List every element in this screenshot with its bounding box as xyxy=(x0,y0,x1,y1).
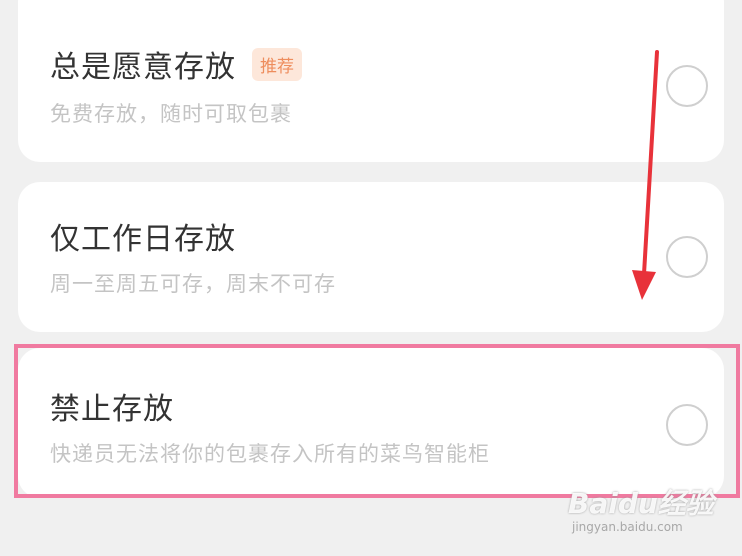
radio-button[interactable] xyxy=(666,236,708,278)
option-description: 免费存放，随时可取包裹 xyxy=(50,102,292,126)
option-title: 总是愿意存放 推荐 xyxy=(50,42,302,86)
option-title: 禁止存放 xyxy=(50,392,174,427)
radio-button[interactable] xyxy=(666,404,708,446)
option-title: 仅工作日存放 xyxy=(50,222,236,257)
recommended-badge: 推荐 xyxy=(252,48,302,81)
option-card-forbid-storage[interactable]: 禁止存放 快递员无法将你的包裹存入所有的菜鸟智能柜 xyxy=(18,348,724,498)
option-card-always-store[interactable]: 总是愿意存放 推荐 免费存放，随时可取包裹 xyxy=(18,0,724,162)
option-description: 周一至周五可存，周末不可存 xyxy=(50,272,336,296)
option-title-text: 总是愿意存放 xyxy=(50,50,236,85)
watermark-url: jingyan.baidu.com xyxy=(572,520,683,534)
option-description: 快递员无法将你的包裹存入所有的菜鸟智能柜 xyxy=(50,442,490,466)
option-card-weekdays-only[interactable]: 仅工作日存放 周一至周五可存，周末不可存 xyxy=(18,182,724,332)
radio-button[interactable] xyxy=(666,65,708,107)
